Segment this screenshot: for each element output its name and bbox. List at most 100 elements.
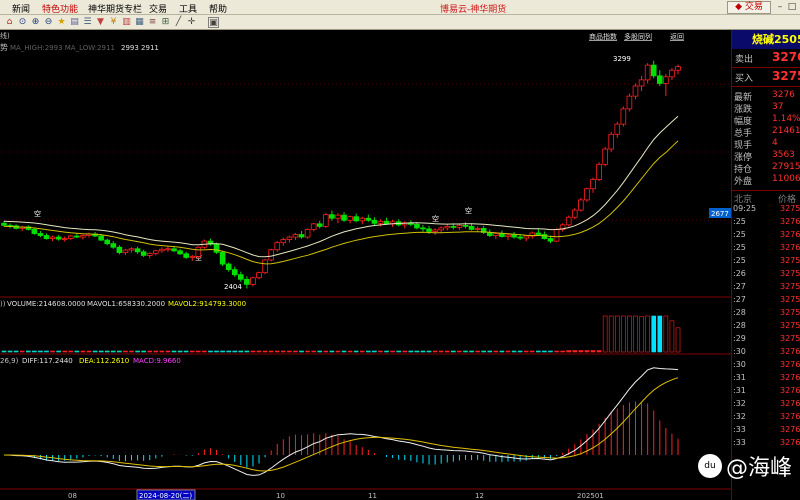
link-commodity-index[interactable]: 商品指数 bbox=[589, 32, 617, 41]
candle-down bbox=[55, 236, 62, 240]
tick-time: :30 bbox=[733, 360, 746, 369]
candle-up bbox=[61, 238, 68, 240]
dea-value: DEA:112.2610 bbox=[79, 357, 129, 365]
home-icon[interactable]: ⌂ bbox=[4, 17, 15, 28]
volume-bar bbox=[329, 350, 335, 353]
candle-up bbox=[553, 229, 560, 242]
toolbar: ⌂ ⊙ ⊕ ⊖ ★ ▤ ☰ ▼ ¥ ▥ ▦ ≡ ⊞ ╱ ✛ ▣ bbox=[0, 15, 800, 30]
minimize-icon[interactable]: – bbox=[775, 2, 785, 12]
zoom-in-icon[interactable]: ⊕ bbox=[30, 17, 41, 28]
maximize-icon[interactable]: □ bbox=[787, 2, 797, 12]
trade-button[interactable]: ◆ 交易 bbox=[727, 1, 771, 14]
app-title: 博易云-神华期货 bbox=[440, 5, 507, 15]
tick-time: :27 bbox=[733, 282, 746, 291]
candlestick-series bbox=[1, 60, 681, 289]
tick-time: :25 bbox=[733, 256, 746, 265]
scroll-icon[interactable]: ≡ bbox=[147, 17, 158, 28]
volume-bar bbox=[274, 350, 280, 353]
volume-bar bbox=[408, 350, 414, 353]
candle-down bbox=[31, 229, 38, 234]
volume-bar bbox=[177, 350, 183, 353]
tick-price: 3275 bbox=[780, 334, 800, 343]
volume-bar bbox=[244, 350, 250, 353]
volume-bar bbox=[511, 350, 517, 353]
menu-tools[interactable]: 工具 bbox=[179, 2, 197, 15]
candle-up bbox=[632, 85, 639, 97]
candle-down bbox=[341, 214, 347, 221]
candle-up bbox=[274, 242, 281, 251]
volume-bar bbox=[202, 350, 207, 353]
search-icon[interactable]: ⊙ bbox=[17, 17, 28, 28]
money-icon[interactable]: ¥ bbox=[108, 17, 119, 28]
volume-bar bbox=[56, 350, 61, 353]
macd-value: MACD:9.9660 bbox=[133, 357, 181, 365]
ma-low-line bbox=[3, 140, 679, 265]
menu-shenhua-column[interactable]: 神华期货专栏 bbox=[88, 2, 142, 15]
tick-price: 3276 bbox=[780, 230, 800, 239]
volume-bar bbox=[627, 315, 632, 353]
candle-up bbox=[128, 248, 135, 251]
candle-down bbox=[468, 225, 475, 230]
filter-icon[interactable]: ▼ bbox=[95, 17, 106, 28]
line-tool-icon[interactable]: ╱ bbox=[173, 17, 184, 28]
quote-row: 幅度 1.14% bbox=[732, 114, 800, 127]
volume-bar bbox=[117, 350, 122, 353]
bar-chart-icon[interactable]: ▥ bbox=[121, 17, 132, 28]
volume-bar bbox=[74, 350, 80, 353]
menu-news[interactable]: 新闻 bbox=[12, 2, 30, 15]
volume-bar bbox=[86, 350, 92, 353]
volume-bar bbox=[578, 350, 584, 353]
volume-prefix: )) bbox=[0, 300, 6, 308]
note-icon[interactable]: ▤ bbox=[69, 17, 80, 28]
menu-trade[interactable]: 交易 bbox=[149, 2, 167, 15]
tick-price: 3275 bbox=[780, 321, 800, 330]
diff-line bbox=[3, 367, 679, 476]
candle-up bbox=[159, 248, 165, 252]
current-price-value: 2677 bbox=[711, 210, 729, 218]
link-multi-stock[interactable]: 多股同列 bbox=[624, 32, 652, 41]
toggle-icon[interactable]: ▣ bbox=[208, 17, 219, 28]
tick-price: 3276 bbox=[780, 243, 800, 252]
link-return[interactable]: 返回 bbox=[670, 33, 684, 41]
candle-down bbox=[450, 225, 457, 228]
volume-bar bbox=[378, 350, 383, 353]
candle-down bbox=[316, 223, 323, 227]
volume-bar bbox=[317, 350, 323, 353]
tick-row: :28 3275 bbox=[732, 307, 800, 320]
menu-special-features[interactable]: 特色功能 bbox=[42, 2, 78, 15]
volume-bar bbox=[438, 350, 444, 353]
tick-price: 3276 bbox=[780, 217, 800, 226]
quote-row: 涨停 3563 bbox=[732, 150, 800, 163]
volume-value: VOLUME:214608.0000 bbox=[7, 300, 85, 308]
cross-icon[interactable]: ✛ bbox=[186, 17, 197, 28]
main-left-label: 线) bbox=[0, 31, 10, 40]
star-icon[interactable]: ★ bbox=[56, 17, 67, 28]
candle-up bbox=[644, 64, 651, 81]
volume-bar bbox=[281, 350, 286, 353]
volume-bar bbox=[347, 350, 353, 353]
menu-help[interactable]: 帮助 bbox=[209, 2, 227, 15]
tick-time: :27 bbox=[733, 295, 746, 304]
contract-name[interactable]: 烧碱2505 bbox=[732, 30, 800, 49]
volume-bar bbox=[1, 350, 7, 353]
candle-down bbox=[219, 251, 226, 265]
volume-bar bbox=[481, 350, 486, 353]
layout-icon[interactable]: ▦ bbox=[134, 17, 145, 28]
volume-bar bbox=[208, 350, 213, 353]
candle-down bbox=[231, 269, 238, 276]
tick-row: :30 3276 bbox=[732, 346, 800, 359]
volume-bar bbox=[639, 316, 644, 353]
kline-chart-area[interactable]: 势 线) MA_HIGH:2993 MA_LOW:2911 2993 2911 … bbox=[0, 30, 731, 500]
grid-icon[interactable]: ⊞ bbox=[160, 17, 171, 28]
candle-down bbox=[371, 219, 378, 224]
tick-row: :30 3276 bbox=[732, 359, 800, 372]
candle-down bbox=[116, 246, 123, 253]
kline-chart-svg[interactable]: 势 线) MA_HIGH:2993 MA_LOW:2911 2993 2911 … bbox=[0, 30, 731, 500]
volume-bar bbox=[657, 315, 663, 353]
volume-bar bbox=[32, 350, 37, 353]
list-icon[interactable]: ☰ bbox=[82, 17, 93, 28]
candle-up bbox=[578, 199, 584, 211]
futures-terminal-window: 新闻 特色功能 神华期货专栏 交易 工具 帮助 博易云-神华期货 ◆ 交易 – … bbox=[0, 0, 800, 500]
zoom-out-icon[interactable]: ⊖ bbox=[43, 17, 54, 28]
volume-bar bbox=[499, 350, 505, 353]
